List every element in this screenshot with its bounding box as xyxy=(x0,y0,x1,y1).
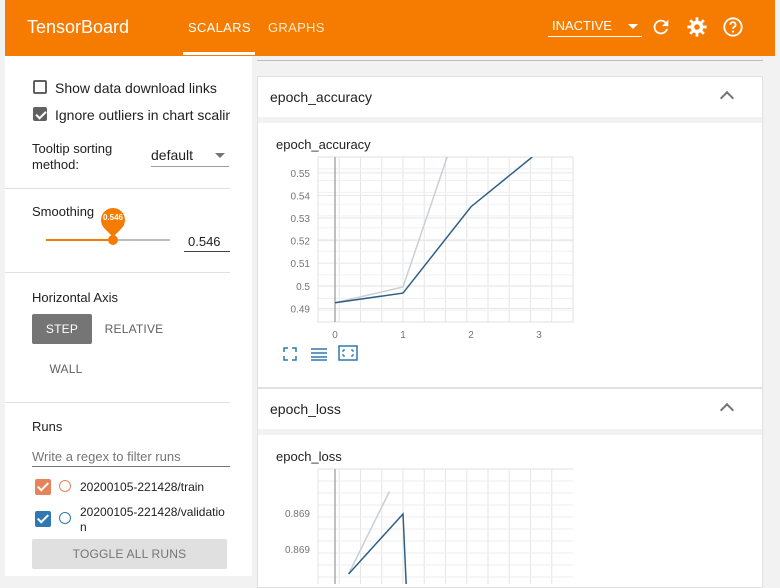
accuracy-chart[interactable]: 0.55 0.54 0.53 0.52 0.51 0.5 0.49 0 1 2 3 xyxy=(268,152,588,342)
toggle-y-log-icon[interactable] xyxy=(310,347,328,361)
y-tick-label: 0.52 xyxy=(291,237,311,248)
series-line xyxy=(334,157,533,304)
y-tick-label: 0.5 xyxy=(296,282,310,293)
chevron-down-icon xyxy=(628,24,638,29)
smoothing-input[interactable]: 0.546 xyxy=(184,231,230,252)
tooltip-sorting-label-1: Tooltip sorting xyxy=(32,141,113,156)
chevron-up-icon[interactable] xyxy=(719,90,735,106)
run-status-value: INACTIVE xyxy=(552,18,612,33)
card-title: epoch_accuracy xyxy=(270,89,372,105)
card-gap xyxy=(258,117,762,123)
ignore-outliers-row: Ignore outliers in chart scaling xyxy=(5,104,230,126)
axis-step-button[interactable]: STEP xyxy=(32,314,92,344)
axis-wall-button[interactable]: WALL xyxy=(32,354,100,384)
card-epoch-loss: epoch_loss epoch_loss 0.869 0.869 xyxy=(257,388,763,588)
series-line xyxy=(334,157,448,304)
series-line xyxy=(347,491,391,575)
main-panel: epoch_accuracy epoch_accuracy 0.55 0.54 0.… xyxy=(252,56,780,588)
runs-label: Runs xyxy=(32,419,63,434)
help-icon[interactable] xyxy=(722,16,744,38)
y-tick-label: 0.55 xyxy=(291,169,311,180)
tooltip-sorting-value: default xyxy=(151,147,194,163)
chart-title: epoch_accuracy xyxy=(276,137,371,152)
smoothing-slider-knob[interactable] xyxy=(108,235,118,245)
run-status-dropdown[interactable]: INACTIVE xyxy=(548,16,642,37)
card-header[interactable]: epoch_loss xyxy=(258,389,762,430)
chevron-up-icon[interactable] xyxy=(719,402,735,418)
sidebar: Show data download links Ignore outliers… xyxy=(5,56,252,576)
card-title: epoch_loss xyxy=(270,401,341,417)
y-tick-label: 0.54 xyxy=(291,191,311,202)
show-download-links-checkbox[interactable] xyxy=(33,80,47,94)
run-validation-label-1: 20200105-221428/validatio xyxy=(80,505,225,519)
run-validation-label-2: n xyxy=(80,520,87,534)
card-epoch-accuracy: epoch_accuracy epoch_accuracy 0.55 0.54 0.… xyxy=(257,76,763,388)
divider xyxy=(257,60,763,61)
y-tick-label: 0.53 xyxy=(291,214,311,225)
run-train-label: 20200105-221428/train xyxy=(80,480,205,494)
divider xyxy=(5,188,230,189)
toggle-all-runs-button[interactable]: TOGGLE ALL RUNS xyxy=(32,539,227,569)
active-tab-indicator xyxy=(183,52,255,55)
chart-title: epoch_loss xyxy=(276,449,342,464)
fit-domain-icon[interactable] xyxy=(338,345,358,361)
ignore-outliers-checkbox[interactable] xyxy=(33,107,47,121)
show-download-links-label: Show data download links xyxy=(55,80,217,96)
runs-filter-input[interactable] xyxy=(32,446,230,467)
horizontal-axis-label: Horizontal Axis xyxy=(32,290,118,305)
loss-chart[interactable]: 0.869 0.869 xyxy=(268,464,588,584)
smoothing-pin-value: 0.546 xyxy=(102,213,124,222)
x-tick-label: 0 xyxy=(332,330,338,341)
smoothing-slider-fill xyxy=(46,239,114,241)
card-gap xyxy=(258,429,762,435)
x-tick-label: 3 xyxy=(536,330,542,341)
series-line xyxy=(348,512,407,584)
run-validation-color-radio[interactable] xyxy=(59,512,71,524)
refresh-icon[interactable] xyxy=(650,16,672,38)
settings-icon[interactable] xyxy=(686,16,708,38)
x-tick-label: 1 xyxy=(400,330,406,341)
chevron-down-icon xyxy=(215,153,225,158)
card-header[interactable]: epoch_accuracy xyxy=(258,77,762,118)
run-train-checkbox[interactable] xyxy=(35,479,51,495)
fullscreen-icon[interactable] xyxy=(283,347,297,361)
tooltip-sorting-label-2: method: xyxy=(32,157,79,172)
tab-graphs[interactable]: GRAPHS xyxy=(268,20,325,35)
smoothing-input-value: 0.546 xyxy=(188,234,221,249)
smoothing-label: Smoothing xyxy=(32,204,95,219)
ignore-outliers-label: Ignore outliers in chart scaling xyxy=(55,107,230,123)
tab-scalars[interactable]: SCALARS xyxy=(188,20,251,35)
run-validation-checkbox[interactable] xyxy=(35,511,51,527)
top-app-bar: TensorBoard SCALARS GRAPHS INACTIVE xyxy=(5,0,775,56)
divider xyxy=(5,272,230,273)
divider xyxy=(5,402,230,403)
y-tick-label: 0.51 xyxy=(291,259,311,270)
run-train-color-radio[interactable] xyxy=(59,480,71,492)
y-tick-label: 0.869 xyxy=(285,545,310,556)
app-title: TensorBoard xyxy=(27,17,130,37)
tooltip-sorting-dropdown[interactable]: default xyxy=(151,144,229,167)
y-tick-label: 0.869 xyxy=(285,509,310,520)
axis-relative-button[interactable]: RELATIVE xyxy=(101,314,167,344)
y-tick-label: 0.49 xyxy=(291,304,311,315)
x-tick-label: 2 xyxy=(468,330,474,341)
